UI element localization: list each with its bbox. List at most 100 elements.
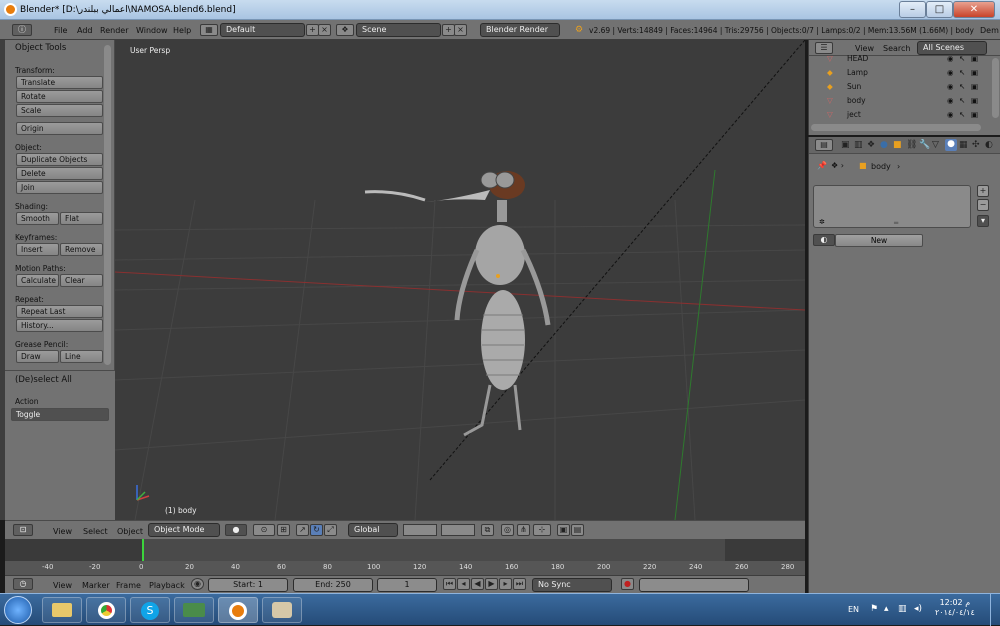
taskbar-blender-icon[interactable] [218,597,258,623]
outliner-item-object[interactable]: ▽ ject ◉ ↖ ▣ [809,110,992,124]
snap-icon[interactable]: ⋔ [517,524,530,536]
insert-keyframe-button[interactable]: Insert [16,243,59,256]
flag-icon[interactable]: ⚑ [870,604,878,614]
layout-icon[interactable]: ▦ [200,24,218,36]
menu-add[interactable]: Add [77,26,93,35]
keying-set-field[interactable] [639,578,749,592]
menu-window[interactable]: Window [136,26,168,35]
texture-tab-icon[interactable]: ▦ [959,140,968,150]
manipulator-icon[interactable]: ⊞ [277,524,290,536]
outliner-menu-search[interactable]: Search [883,44,910,53]
outliner-item-lamp[interactable]: ◆ Lamp ◉ ↖ ▣ [809,68,992,82]
slot-specials-button[interactable]: ▾ [977,215,989,227]
orientation-dropdown[interactable]: Global [348,523,398,537]
tl-menu-frame[interactable]: Frame [116,581,141,590]
taskbar-skype-icon[interactable]: S [130,597,170,623]
play-reverse-icon[interactable]: ◀ [471,578,484,590]
panel-title-object-tools[interactable]: Object Tools [15,43,66,53]
outliner-menu-view[interactable]: View [855,44,874,53]
duplicate-objects-button[interactable]: Duplicate Objects [16,153,103,166]
outliner-scenes-dropdown[interactable]: All Scenes [917,41,987,55]
snap-element-icon[interactable]: ⊹ [533,524,551,536]
pin-icon[interactable]: 📌 [817,161,827,170]
visibility-eye-icon[interactable]: ◉ [947,54,954,63]
show-desktop-button[interactable] [990,594,1000,626]
new-material-button[interactable]: New [835,234,923,247]
pivot-icon[interactable]: ⊙ [253,524,275,536]
particles-tab-icon[interactable]: ✣ [972,140,980,150]
translate-manipulator-icon[interactable]: ↗ [296,524,309,536]
layers-tab-icon[interactable]: ▥ [854,140,863,150]
layers-grid-2[interactable] [441,524,475,536]
render-camera-icon[interactable]: ▣ [971,68,978,77]
taskbar-paint-icon[interactable] [262,597,302,623]
select-arrow-icon[interactable]: ↖ [959,54,965,63]
system-clock[interactable]: 12:02 م ٢٠١٤/٠٤/١٤ [935,598,975,618]
mode-dropdown[interactable]: Object Mode [148,523,220,537]
tray-up-icon[interactable]: ▴ [884,604,889,614]
play-icon[interactable]: ▶ [485,578,498,590]
tl-menu-marker[interactable]: Marker [82,581,110,590]
maximize-button[interactable]: □ [926,1,953,18]
rotate-manipulator-icon[interactable]: ↻ [310,524,323,536]
flat-button[interactable]: Flat [60,212,103,225]
smooth-button[interactable]: Smooth [16,212,59,225]
jump-end-icon[interactable]: ⏭ [513,578,526,590]
outliner-v-scrollbar[interactable] [992,58,999,118]
origin-button[interactable]: Origin [16,122,103,135]
vp-menu-object[interactable]: Object [117,527,143,536]
toolshelf-scrollbar[interactable] [104,45,111,365]
render-tab-icon[interactable]: ▣ [841,140,850,150]
layout-remove-icon[interactable]: × [318,24,331,36]
render-view-icon[interactable]: ▣ [557,524,570,536]
add-slot-button[interactable]: + [977,185,989,197]
render-camera-icon[interactable]: ▣ [971,96,978,105]
delete-button[interactable]: Delete [16,167,103,180]
volume-icon[interactable]: ◂) [914,604,922,614]
tl-menu-view[interactable]: View [53,581,72,590]
end-frame-field[interactable]: End: 250 [293,578,373,592]
object-tab-icon[interactable]: ■ [893,140,902,150]
line-button[interactable]: Line [60,350,103,363]
scale-manipulator-icon[interactable]: ⤢ [324,524,337,536]
material-tab-icon[interactable]: ● [945,139,957,151]
list-grip-icon[interactable]: ═ [894,219,898,227]
world-tab-icon[interactable]: ● [880,140,888,150]
menu-file[interactable]: File [54,26,67,35]
render-camera-icon[interactable]: ▣ [971,82,978,91]
3d-viewport[interactable]: User Persp (1) body [115,40,805,520]
render-camera-icon[interactable]: ▣ [971,110,978,119]
vp-menu-select[interactable]: Select [83,527,108,536]
menu-help[interactable]: Help [173,26,191,35]
render-engine-dropdown[interactable]: Blender Render [480,23,560,37]
visibility-eye-icon[interactable]: ◉ [947,96,954,105]
editor-type-icon[interactable]: ⓘ [12,24,32,36]
select-arrow-icon[interactable]: ↖ [959,96,965,105]
repeat-last-button[interactable]: Repeat Last [16,305,103,318]
select-arrow-icon[interactable]: ↖ [959,68,965,77]
material-slot-list[interactable]: ✲ ═ [813,185,971,228]
layers-grid-1[interactable] [403,524,437,536]
scale-button[interactable]: Scale [16,104,103,117]
network-icon[interactable]: ▥ [898,604,907,614]
outliner-item-body[interactable]: ▽ body ◉ ↖ ▣ [809,96,992,110]
viewport-editor-icon[interactable]: ⊡ [13,524,33,536]
rotate-button[interactable]: Rotate [16,90,103,103]
vp-menu-view[interactable]: View [53,527,72,536]
start-frame-field[interactable]: Start: 1 [208,578,288,592]
visibility-eye-icon[interactable]: ◉ [947,82,954,91]
select-arrow-icon[interactable]: ↖ [959,82,965,91]
layout-dropdown[interactable]: Default [220,23,305,37]
taskbar-app-icon[interactable] [174,597,214,623]
translate-button[interactable]: Translate [16,76,103,89]
outliner-item-head[interactable]: ▽ HEAD ◉ ↖ ▣ [809,54,992,68]
proportional-edit-icon[interactable]: ◎ [501,524,514,536]
draw-button[interactable]: Draw [16,350,59,363]
preview-range-icon[interactable]: ◉ [191,578,204,590]
minimize-button[interactable]: – [899,1,926,18]
remove-slot-button[interactable]: − [977,199,989,211]
layer-lock-icon[interactable]: ⧉ [481,524,494,536]
render-camera-icon[interactable]: ▣ [971,54,978,63]
current-frame-field[interactable]: 1 [377,578,437,592]
list-resize-icon[interactable]: ✲ [819,218,825,226]
